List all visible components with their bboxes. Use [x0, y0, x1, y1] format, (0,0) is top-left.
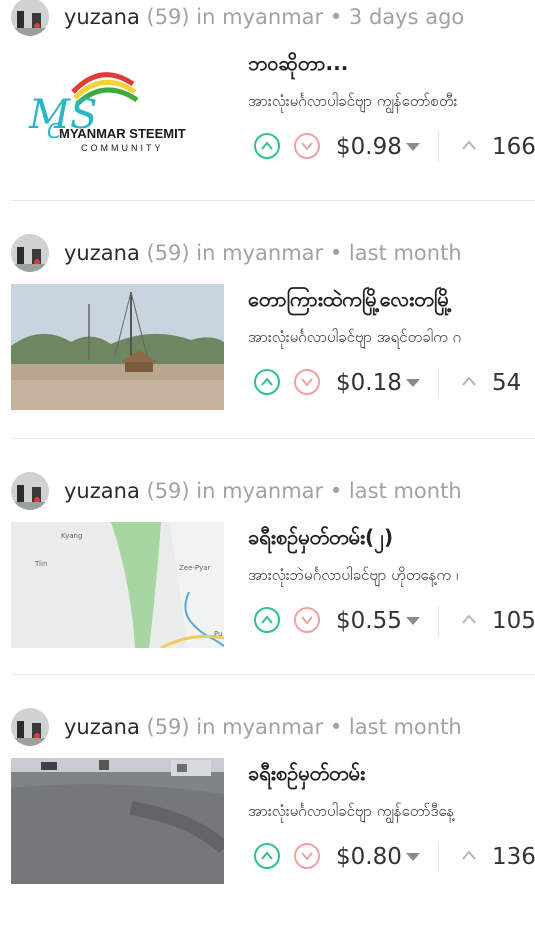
- post-feed: yuzana (59) in myanmar • 3 days ago MS C…: [0, 0, 535, 905]
- author-avatar[interactable]: [11, 708, 49, 746]
- logo-subtitle: COMMUNITY: [81, 143, 164, 153]
- chevron-up-icon: [261, 141, 273, 150]
- author-avatar[interactable]: [11, 234, 49, 272]
- post-actions: $0.18 54: [254, 366, 535, 400]
- chevron-up-icon[interactable]: [461, 374, 477, 388]
- post-time[interactable]: last month: [349, 241, 462, 265]
- downvote-button[interactable]: [294, 133, 320, 159]
- post-item: yuzana (59) in myanmar • last month တောက…: [0, 200, 535, 472]
- post-thumbnail[interactable]: Kyang Tiin Zee-Pyar Pu: [11, 522, 224, 648]
- caret-down-icon[interactable]: [406, 617, 420, 625]
- post-excerpt[interactable]: အားလုံးဘဲမင်္ဂလာပါခင်ဗျာ ဟိုတနေ့က ၊: [248, 566, 535, 588]
- post-title[interactable]: ခရီးစဉ်မှတ်တမ်း: [248, 760, 365, 790]
- author-reputation: (59): [146, 715, 190, 739]
- chevron-up-icon: [261, 377, 273, 386]
- post-excerpt[interactable]: အားလုံးမင်္ဂလာပါခင်ဗျာ ကျွန်တော်စတီး: [248, 92, 535, 114]
- post-meta: yuzana (59) in myanmar • last month: [64, 710, 462, 744]
- divider: [438, 368, 439, 398]
- post-actions: $0.98 166: [254, 130, 535, 164]
- divider: [12, 200, 535, 201]
- chevron-up-icon[interactable]: [461, 848, 477, 862]
- post-item: yuzana (59) in myanmar • last month ခရီး…: [0, 674, 535, 946]
- caret-down-icon[interactable]: [406, 853, 420, 861]
- map-label: Zee-Pyar: [179, 564, 211, 572]
- post-time[interactable]: last month: [349, 715, 462, 739]
- author-name[interactable]: yuzana: [64, 715, 140, 739]
- meta-separator: •: [323, 479, 349, 503]
- post-thumbnail[interactable]: [11, 284, 224, 410]
- post-excerpt[interactable]: အားလုံးမင်္ဂလာပါခင်ဗျာ ကျွန်တော်ဒီနေ့: [248, 802, 535, 824]
- author-name[interactable]: yuzana: [64, 5, 140, 29]
- vote-count[interactable]: 166: [492, 130, 535, 164]
- meta-in: in: [196, 5, 216, 29]
- community-link[interactable]: myanmar: [222, 715, 323, 739]
- caret-down-icon[interactable]: [406, 143, 420, 151]
- divider: [438, 842, 439, 872]
- post-time[interactable]: last month: [349, 479, 462, 503]
- payout-amount[interactable]: $0.18: [336, 366, 402, 400]
- payout-amount[interactable]: $0.80: [336, 840, 402, 874]
- post-meta: yuzana (59) in myanmar • 3 days ago: [64, 0, 464, 34]
- divider: [438, 606, 439, 636]
- downvote-button[interactable]: [294, 369, 320, 395]
- meta-separator: •: [323, 5, 349, 29]
- upvote-button[interactable]: [254, 607, 280, 633]
- meta-separator: •: [323, 241, 349, 265]
- payout-amount[interactable]: $0.55: [336, 604, 402, 638]
- chevron-up-icon[interactable]: [461, 612, 477, 626]
- post-title[interactable]: ဘဝဆိုတာ...: [248, 50, 348, 80]
- chevron-up-icon: [261, 615, 273, 624]
- map-label: Tiin: [34, 560, 47, 568]
- downvote-button[interactable]: [294, 843, 320, 869]
- community-link[interactable]: myanmar: [222, 479, 323, 503]
- post-thumbnail[interactable]: MS C MYANMAR STEEMIT COMMUNITY: [11, 62, 194, 162]
- author-reputation: (59): [146, 241, 190, 265]
- chevron-down-icon: [301, 378, 313, 387]
- map-label: Kyang: [61, 532, 82, 540]
- author-avatar[interactable]: [11, 472, 49, 510]
- chevron-down-icon: [301, 616, 313, 625]
- upvote-button[interactable]: [254, 843, 280, 869]
- divider: [438, 132, 439, 162]
- chevron-up-icon[interactable]: [461, 138, 477, 152]
- meta-in: in: [196, 715, 216, 739]
- map-label: Pu: [214, 630, 223, 638]
- payout-amount[interactable]: $0.98: [336, 130, 402, 164]
- divider: [12, 438, 535, 439]
- post-title[interactable]: တောကြားထဲကမြို့လေးတမြို့: [248, 286, 452, 316]
- meta-in: in: [196, 479, 216, 503]
- post-actions: $0.80 136: [254, 840, 535, 874]
- downvote-button[interactable]: [294, 607, 320, 633]
- upvote-button[interactable]: [254, 133, 280, 159]
- chevron-up-icon: [261, 851, 273, 860]
- community-link[interactable]: myanmar: [222, 5, 323, 29]
- upvote-button[interactable]: [254, 369, 280, 395]
- chevron-down-icon: [301, 852, 313, 861]
- post-time[interactable]: 3 days ago: [349, 5, 464, 29]
- chevron-down-icon: [301, 142, 313, 151]
- logo-wordmark: MYANMAR STEEMIT: [59, 126, 186, 141]
- vote-count[interactable]: 136: [492, 840, 535, 874]
- post-thumbnail[interactable]: [11, 758, 224, 884]
- author-reputation: (59): [146, 5, 190, 29]
- post-meta: yuzana (59) in myanmar • last month: [64, 236, 462, 270]
- caret-down-icon[interactable]: [406, 379, 420, 387]
- divider: [12, 674, 535, 675]
- meta-in: in: [196, 241, 216, 265]
- vote-count[interactable]: 54: [492, 366, 521, 400]
- post-actions: $0.55 105: [254, 604, 535, 638]
- author-avatar[interactable]: [11, 0, 49, 36]
- vote-count[interactable]: 105: [492, 604, 535, 638]
- community-link[interactable]: myanmar: [222, 241, 323, 265]
- post-excerpt[interactable]: အားလုံးမင်္ဂလာပါခင်ဗျာ အရင်တခါက ဂ: [248, 328, 535, 350]
- post-title[interactable]: ခရီးစဉ်မှတ်တမ်း(၂): [248, 524, 393, 554]
- author-name[interactable]: yuzana: [64, 241, 140, 265]
- meta-separator: •: [323, 715, 349, 739]
- post-meta: yuzana (59) in myanmar • last month: [64, 474, 462, 508]
- author-reputation: (59): [146, 479, 190, 503]
- author-name[interactable]: yuzana: [64, 479, 140, 503]
